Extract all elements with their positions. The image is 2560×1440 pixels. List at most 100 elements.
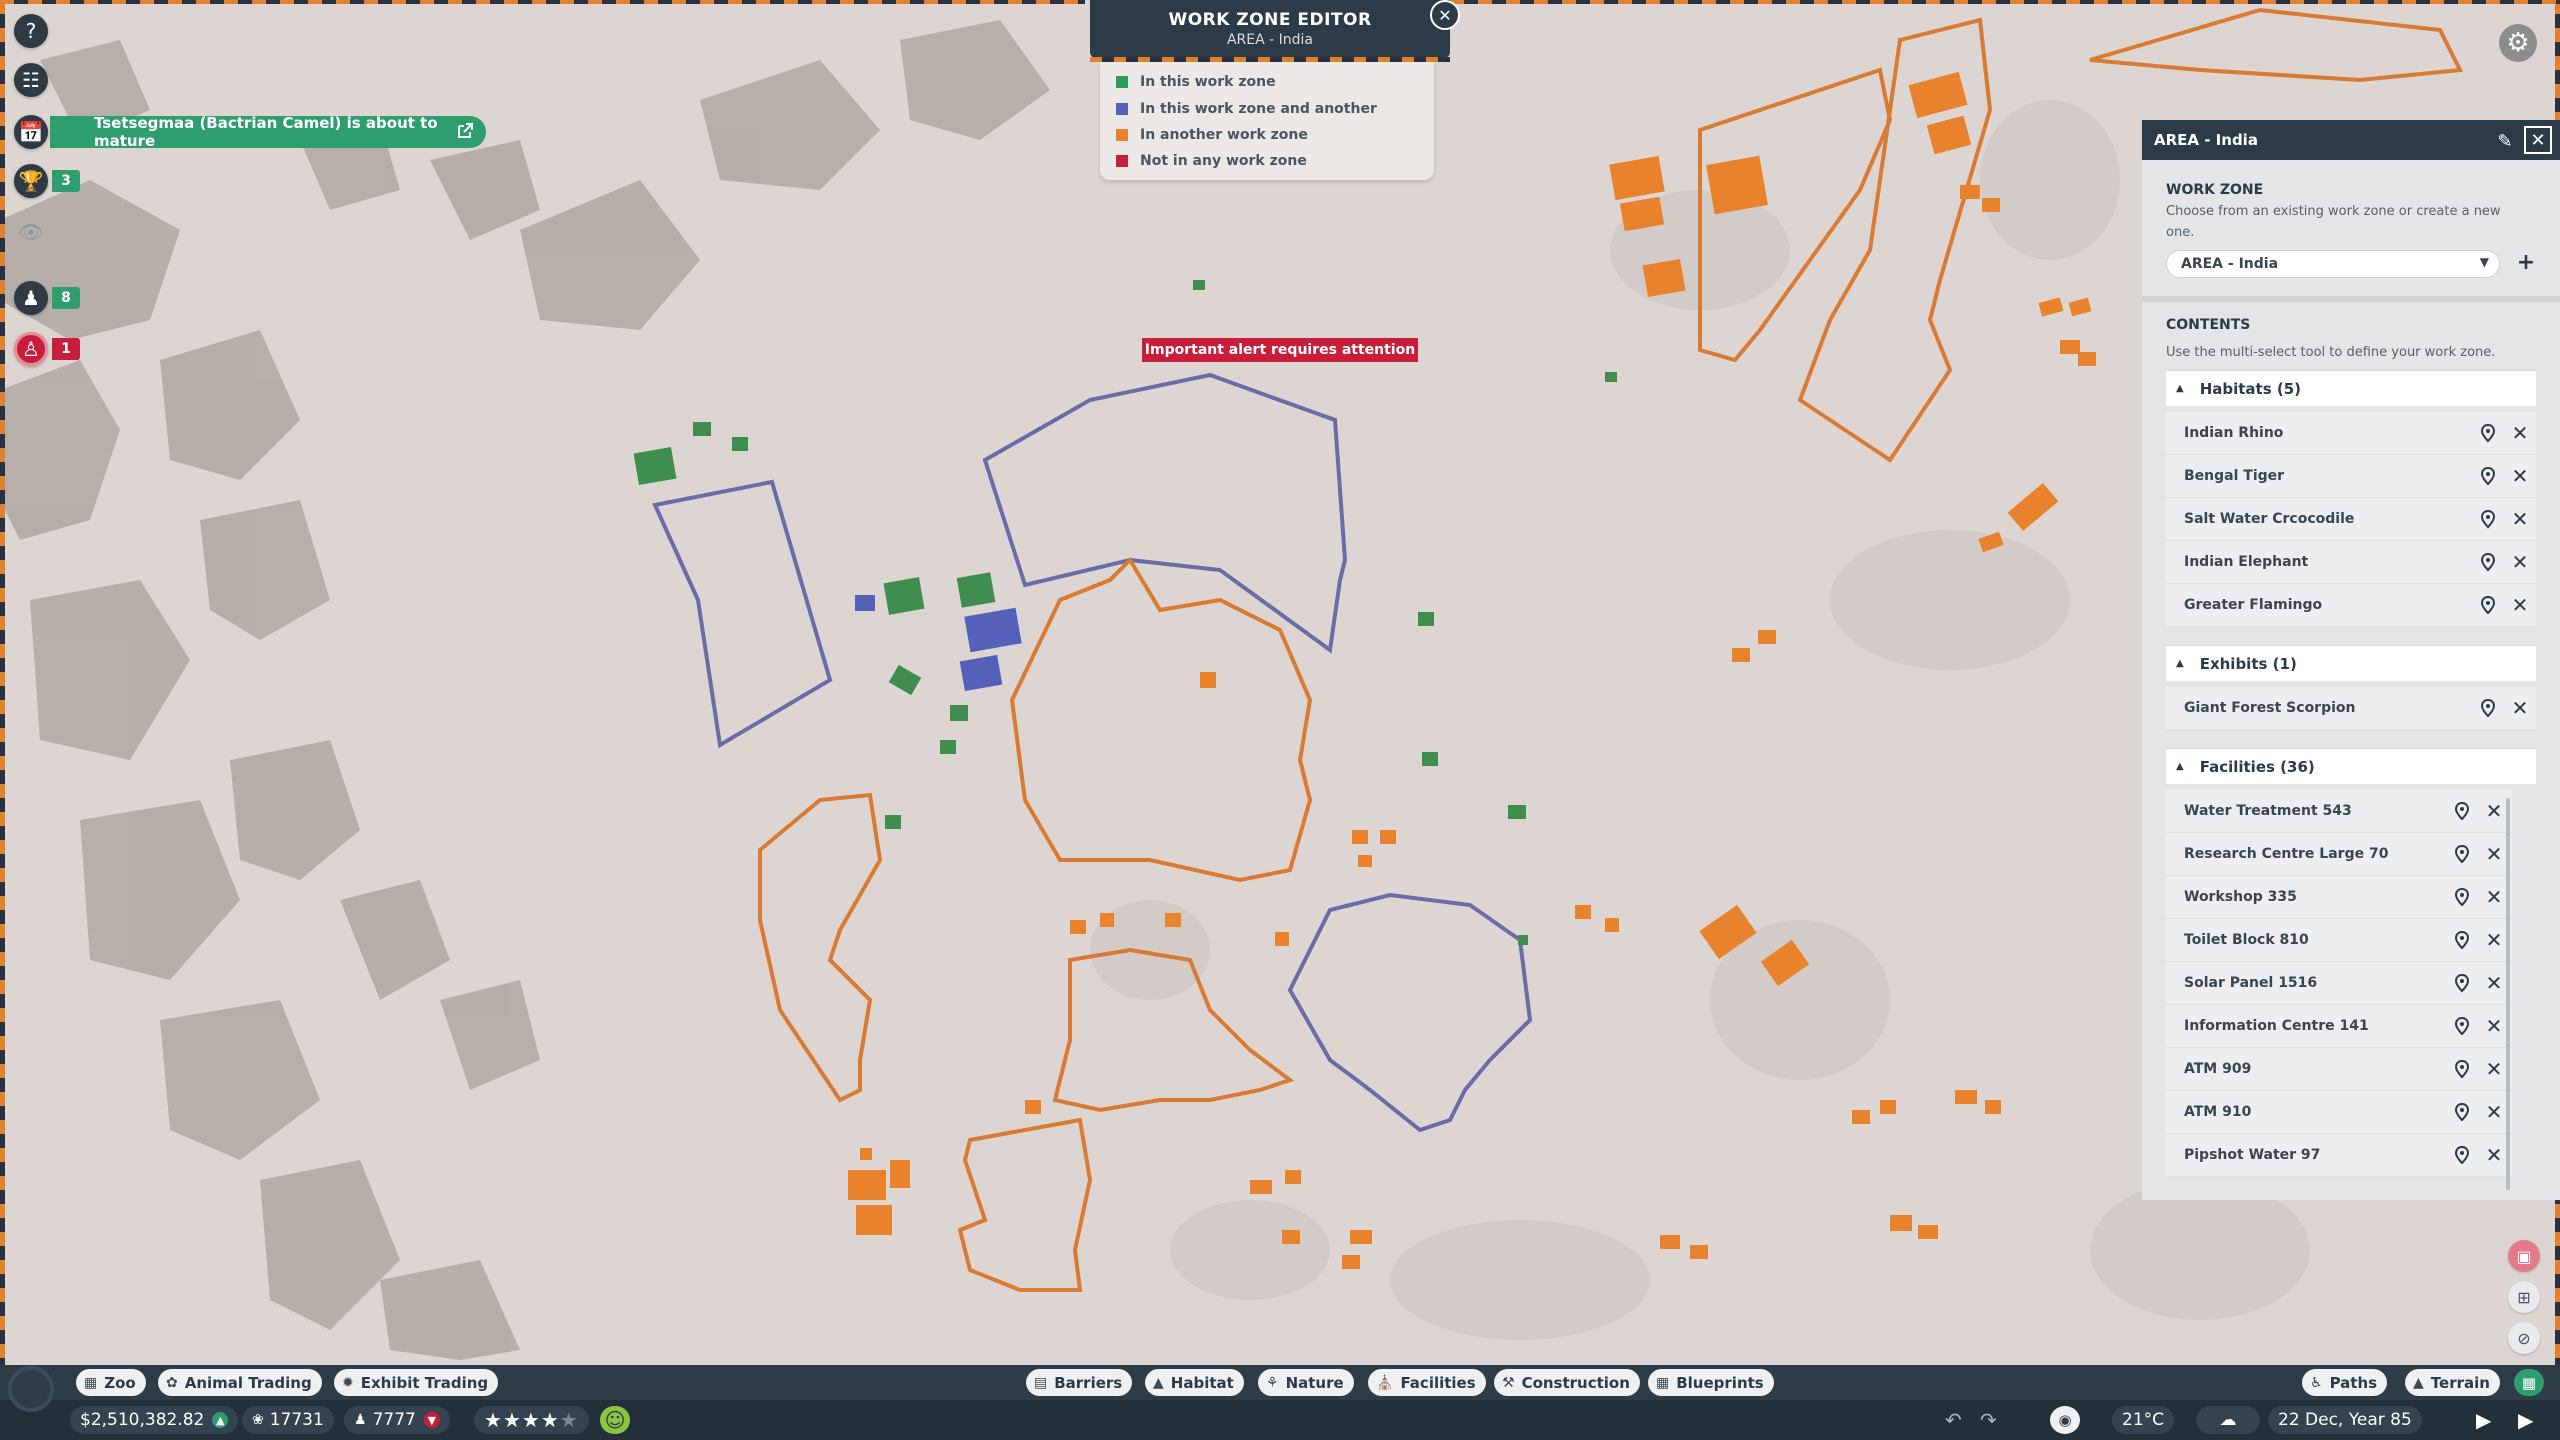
happiness-icon[interactable]: ☺ — [600, 1406, 630, 1434]
remove-icon[interactable]: ✕ — [2510, 550, 2530, 574]
remove-icon[interactable]: ✕ — [2510, 593, 2530, 617]
location-pin-icon[interactable] — [2478, 423, 2498, 443]
list-item[interactable]: Greater Flamingo ✕ — [2166, 584, 2536, 627]
remove-from-zone-icon[interactable]: ⊘ — [2508, 1322, 2540, 1354]
important-alert[interactable]: Important alert requires attention — [1142, 338, 1418, 362]
list-item[interactable]: Water Treatment 543 ✕ — [2166, 790, 2512, 833]
exhibit-trading-button[interactable]: ✹ Exhibit Trading — [334, 1369, 499, 1396]
money-display[interactable]: $2,510,382.82 ▲ — [70, 1406, 239, 1434]
staff-icon[interactable]: ♟ — [14, 281, 48, 315]
play-icon[interactable]: ▶ — [2476, 1406, 2491, 1434]
list-item[interactable]: Solar Panel 1516 ✕ — [2166, 962, 2512, 1005]
nature-button[interactable]: ⚘ Nature — [1258, 1369, 1354, 1396]
grid-toggle-icon[interactable]: ▦ — [2514, 1369, 2544, 1396]
remove-icon[interactable]: ✕ — [2484, 1014, 2504, 1038]
conservation-display[interactable]: ❀ 17731 — [242, 1406, 334, 1434]
gear-icon[interactable]: ⚙ — [2499, 24, 2537, 62]
remove-icon[interactable]: ✕ — [2484, 1057, 2504, 1081]
close-icon[interactable]: ✕ — [1430, 0, 1460, 30]
list-item[interactable]: Indian Elephant ✕ — [2166, 541, 2536, 584]
legend-swatch — [1116, 129, 1128, 141]
work-zone-description: Choose from an existing work zone or cre… — [2166, 204, 2501, 240]
help-icon[interactable]: ? — [14, 14, 48, 48]
external-link-icon[interactable] — [456, 122, 474, 140]
zoo-button[interactable]: ▦ Zoo — [76, 1369, 146, 1396]
zoopedia-icon[interactable]: ☷ — [14, 63, 48, 97]
blueprints-button[interactable]: ▦ Blueprints — [1648, 1369, 1774, 1396]
trophy-icon[interactable]: 🏆 — [14, 164, 48, 198]
guest-alert-badge: 1 — [52, 338, 80, 360]
exhibits-category[interactable]: ▲ Exhibits (1) — [2166, 645, 2536, 681]
location-pin-icon[interactable] — [2452, 844, 2472, 864]
legend-item: In another work zone — [1116, 127, 1308, 143]
calendar-icon[interactable]: 📅 — [14, 115, 48, 149]
remove-icon[interactable]: ✕ — [2510, 464, 2530, 488]
location-pin-icon[interactable] — [2478, 466, 2498, 486]
location-pin-icon[interactable] — [2452, 887, 2472, 907]
guests-display[interactable]: ♟ 7777 ▼ — [344, 1406, 450, 1434]
panel-close-icon[interactable]: ✕ — [2524, 126, 2552, 154]
visibility-icon[interactable]: 👁 — [14, 215, 48, 249]
paths-button[interactable]: ♿ Paths — [2302, 1369, 2388, 1396]
list-item[interactable]: Workshop 335 ✕ — [2166, 876, 2512, 919]
habitat-button[interactable]: ▲ Habitat — [1145, 1369, 1244, 1396]
location-pin-icon[interactable] — [2478, 509, 2498, 529]
add-zone-button[interactable]: + — [2512, 248, 2540, 276]
construction-button[interactable]: ⚒ Construction — [1494, 1369, 1640, 1396]
star-filled-icon: ★ — [502, 1408, 522, 1432]
chevron-down-icon: ▼ — [2479, 255, 2489, 269]
location-pin-icon[interactable] — [2452, 1016, 2472, 1036]
list-item[interactable]: ATM 909 ✕ — [2166, 1048, 2512, 1091]
location-pin-icon[interactable] — [2452, 973, 2472, 993]
undo-icon[interactable]: ↶ — [1945, 1406, 1962, 1434]
panel-scrollbar[interactable] — [2506, 798, 2510, 1190]
redo-icon[interactable]: ↷ — [1980, 1406, 1997, 1434]
remove-icon[interactable]: ✕ — [2484, 971, 2504, 995]
list-item[interactable]: Pipshot Water 97 ✕ — [2166, 1134, 2512, 1177]
list-item[interactable]: Research Centre Large 70 ✕ — [2166, 833, 2512, 876]
facilities-button[interactable]: ⛪ Facilities — [1368, 1369, 1486, 1396]
add-to-zone-icon[interactable]: ⊞ — [2508, 1281, 2540, 1313]
facilities-category[interactable]: ▲ Facilities (36) — [2166, 748, 2536, 784]
camera-mode-dial[interactable] — [8, 1366, 54, 1412]
zone-legend: In this work zone In this work zone and … — [1100, 62, 1434, 180]
remove-icon[interactable]: ✕ — [2510, 696, 2530, 720]
habitats-category[interactable]: ▲ Habitats (5) — [2166, 370, 2536, 406]
location-pin-icon[interactable] — [2478, 595, 2498, 615]
list-item[interactable]: Bengal Tiger ✕ — [2166, 455, 2536, 498]
remove-icon[interactable]: ✕ — [2484, 885, 2504, 909]
list-item[interactable]: ATM 910 ✕ — [2166, 1091, 2512, 1134]
remove-icon[interactable]: ✕ — [2484, 842, 2504, 866]
location-pin-icon[interactable] — [2452, 1102, 2472, 1122]
multi-select-tool-icon[interactable]: ▣ — [2508, 1240, 2540, 1272]
location-pin-icon[interactable] — [2452, 801, 2472, 821]
list-item[interactable]: Indian Rhino ✕ — [2166, 412, 2536, 455]
remove-icon[interactable]: ✕ — [2510, 421, 2530, 445]
guest-alert-icon[interactable]: ♙ — [14, 332, 48, 366]
list-item[interactable]: Giant Forest Scorpion ✕ — [2166, 687, 2536, 730]
edit-pencil-icon[interactable]: ✎ — [2492, 128, 2518, 154]
camera-icon[interactable]: ◉ — [2050, 1406, 2080, 1434]
list-item[interactable]: Salt Water Crcocodile ✕ — [2166, 498, 2536, 541]
remove-icon[interactable]: ✕ — [2484, 1100, 2504, 1124]
location-pin-icon[interactable] — [2452, 1145, 2472, 1165]
zoo-rating-stars[interactable]: ★★★★★ — [474, 1406, 589, 1434]
location-pin-icon[interactable] — [2452, 930, 2472, 950]
notification-text: Tsetsegmaa (Bactrian Camel) is about to … — [94, 114, 438, 150]
location-pin-icon[interactable] — [2478, 698, 2498, 718]
location-pin-icon[interactable] — [2452, 1059, 2472, 1079]
remove-icon[interactable]: ✕ — [2510, 507, 2530, 531]
fast-forward-icon[interactable]: ▶ — [2518, 1406, 2533, 1434]
collapse-icon: ▲ — [2176, 383, 2184, 394]
terrain-button[interactable]: ▲ Terrain — [2405, 1369, 2500, 1396]
animal-trading-button[interactable]: ✿ Animal Trading — [158, 1369, 322, 1396]
notification-banner[interactable]: Tsetsegmaa (Bactrian Camel) is about to … — [50, 114, 486, 150]
work-zone-select[interactable]: AREA - India ▼ — [2166, 250, 2500, 278]
barriers-button[interactable]: ▤ Barriers — [1026, 1369, 1133, 1396]
remove-icon[interactable]: ✕ — [2484, 799, 2504, 823]
remove-icon[interactable]: ✕ — [2484, 928, 2504, 952]
list-item[interactable]: Toilet Block 810 ✕ — [2166, 919, 2512, 962]
remove-icon[interactable]: ✕ — [2484, 1143, 2504, 1167]
list-item[interactable]: Information Centre 141 ✕ — [2166, 1005, 2512, 1048]
location-pin-icon[interactable] — [2478, 552, 2498, 572]
